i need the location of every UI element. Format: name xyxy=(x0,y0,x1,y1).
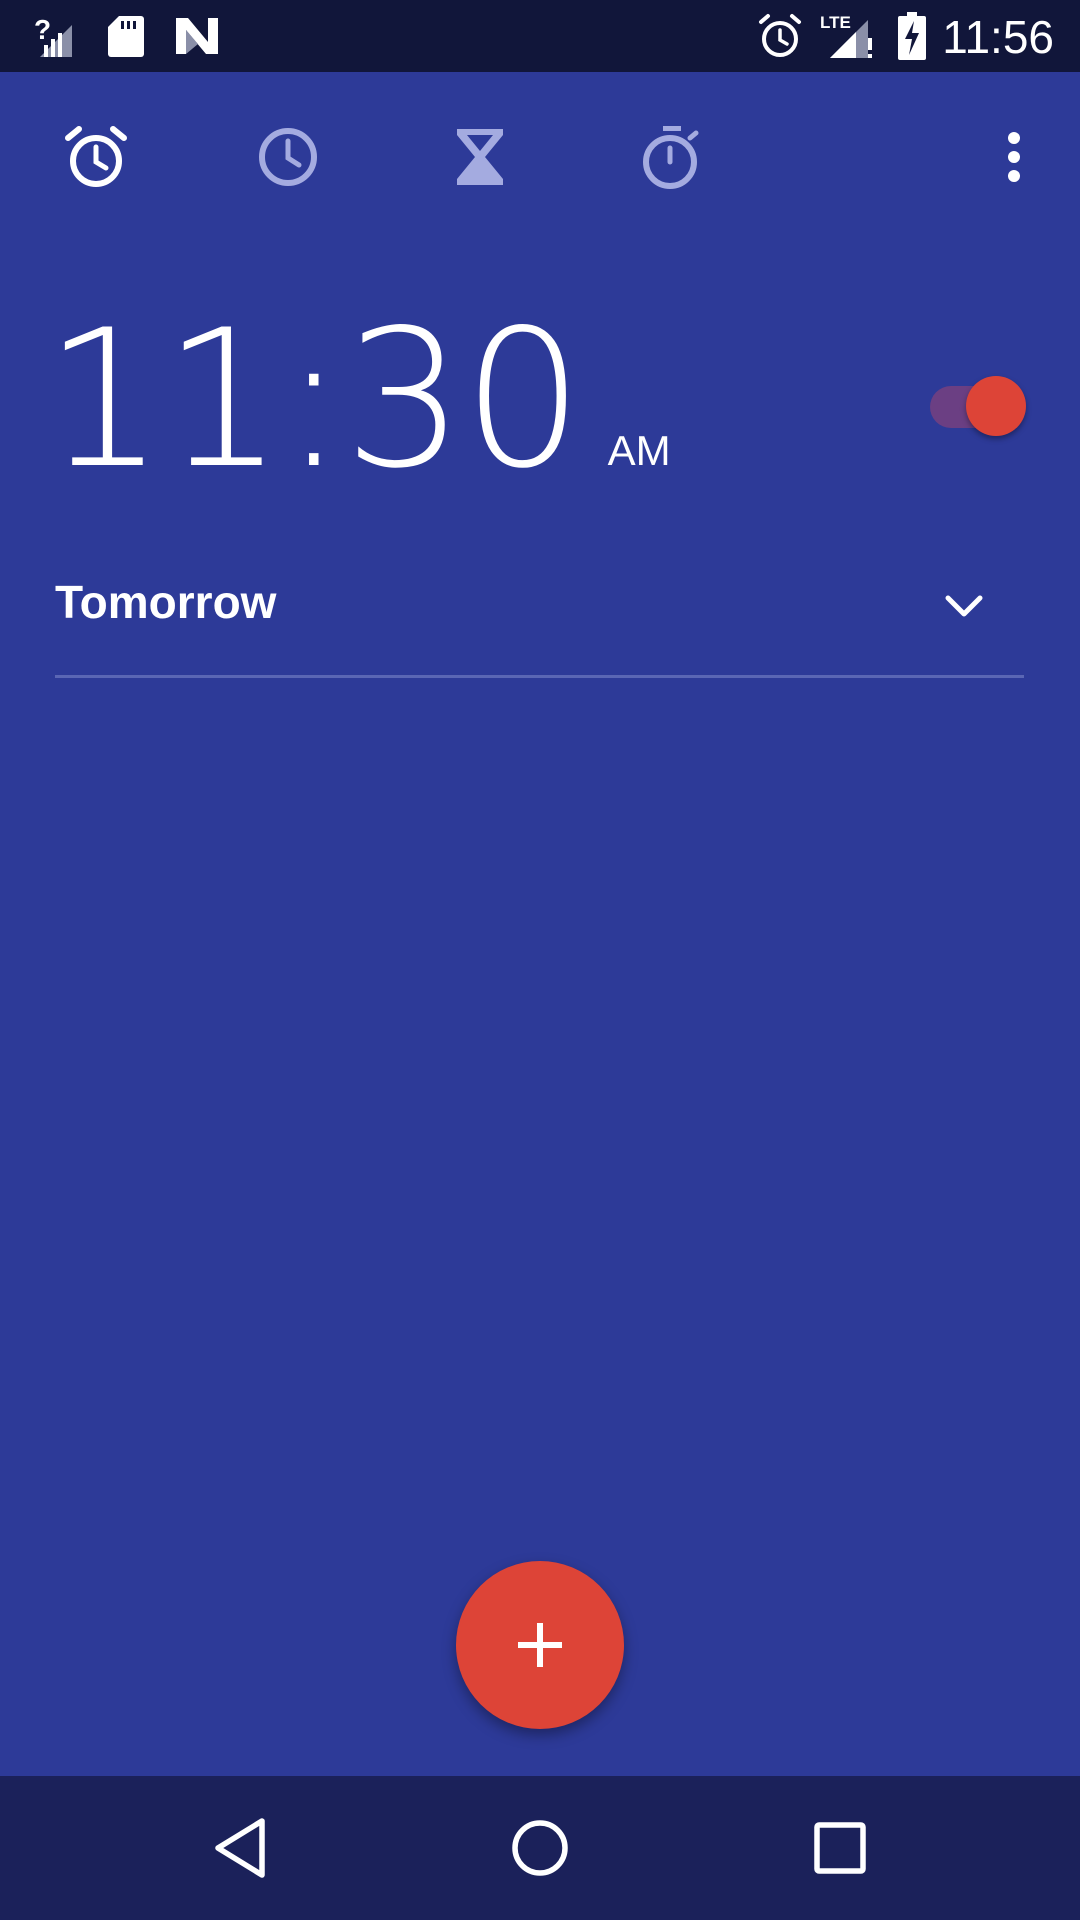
alarm-icon xyxy=(65,126,127,187)
tab-alarm[interactable] xyxy=(51,112,141,202)
recents-icon xyxy=(814,1822,866,1874)
alarm-time-digits: 11:30 xyxy=(44,289,584,510)
status-time: 11:56 xyxy=(942,11,1054,63)
navigation-bar xyxy=(0,1776,1080,1920)
clock-icon xyxy=(259,128,317,186)
hourglass-icon xyxy=(457,129,503,185)
battery-charging-icon xyxy=(896,0,928,72)
sd-card-icon xyxy=(106,0,146,72)
more-vert-icon xyxy=(1008,132,1020,182)
recents-button[interactable] xyxy=(790,1798,890,1898)
back-button[interactable] xyxy=(190,1798,290,1898)
add-alarm-button[interactable] xyxy=(456,1561,624,1729)
alarm-time[interactable]: 11:30 AM xyxy=(44,300,671,500)
signal-unknown-icon: ? xyxy=(34,0,78,72)
add-icon xyxy=(518,1623,562,1667)
svg-text:LTE: LTE xyxy=(820,13,851,32)
tab-clock[interactable] xyxy=(243,112,333,202)
alarm-icon xyxy=(756,0,804,72)
alarm-day-label[interactable]: Tomorrow xyxy=(55,575,276,629)
toggle-thumb xyxy=(966,376,1026,436)
alarm-toggle[interactable] xyxy=(928,376,1028,438)
overflow-menu-button[interactable] xyxy=(969,112,1059,202)
lte-signal-icon: LTE xyxy=(820,0,876,72)
home-icon xyxy=(512,1820,568,1876)
svg-text:?: ? xyxy=(34,14,51,45)
home-button[interactable] xyxy=(490,1798,590,1898)
chevron-down-icon xyxy=(945,595,983,617)
status-bar: ? LTE 11:56 xyxy=(0,0,1080,72)
divider xyxy=(55,675,1024,678)
tab-timer[interactable] xyxy=(435,112,525,202)
android-n-icon xyxy=(174,0,220,72)
back-icon xyxy=(215,1818,265,1878)
stopwatch-icon xyxy=(643,126,699,189)
alarm-ampm: AM xyxy=(607,427,671,474)
tab-stopwatch[interactable] xyxy=(627,112,717,202)
expand-alarm-button[interactable] xyxy=(934,576,994,636)
